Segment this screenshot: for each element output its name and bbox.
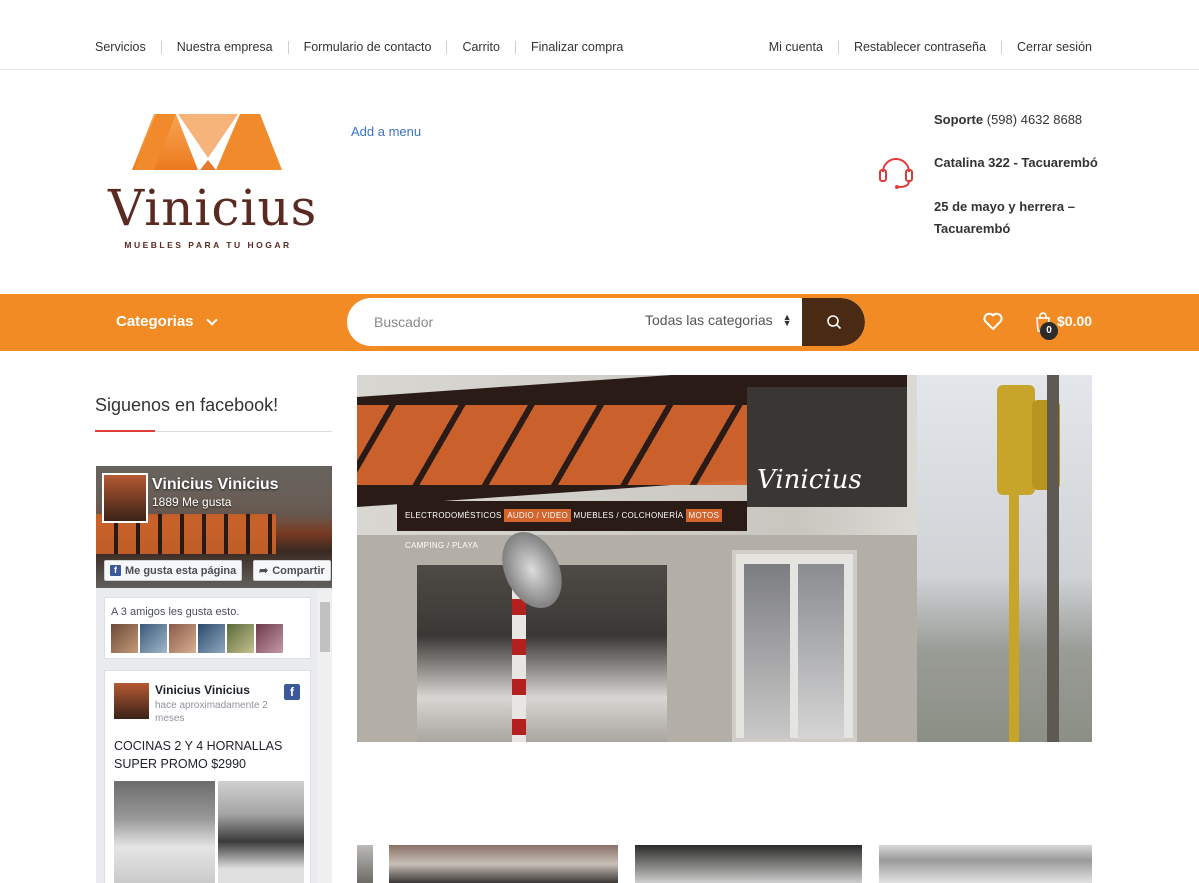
category-select-value: Todas las categorias xyxy=(645,312,773,328)
search-icon xyxy=(826,315,841,330)
nav-link-mi-cuenta[interactable]: Mi cuenta xyxy=(769,40,823,54)
nav-link-carrito[interactable]: Carrito xyxy=(462,40,500,54)
fb-friends-text: A 3 amigos les gusta esto. xyxy=(111,606,240,618)
fb-friends-faces xyxy=(111,624,285,653)
fb-like-page-button[interactable]: f Me gusta esta página xyxy=(104,560,243,581)
fb-post-image[interactable] xyxy=(114,781,215,883)
top-nav-right: Mi cuenta Restablecer contraseña Cerrar … xyxy=(769,40,1092,54)
product-thumbnail[interactable] xyxy=(879,845,1092,883)
nav-separator xyxy=(160,40,162,54)
banner-door-glass xyxy=(798,564,844,739)
banner-sign-text: Vinicius xyxy=(757,465,862,495)
address-1-text: Catalina 322 - Tacuarembó xyxy=(934,155,1098,170)
friend-avatar[interactable] xyxy=(140,624,167,653)
address-2b: Tacuarembó xyxy=(934,221,1010,236)
friend-avatar[interactable] xyxy=(198,624,225,653)
nav-separator xyxy=(446,40,448,54)
fb-post-text: COCINAS 2 Y 4 HORNALLAS SUPER PROMO $299… xyxy=(114,739,283,771)
search-button[interactable] xyxy=(802,298,865,346)
search-input[interactable] xyxy=(347,298,627,346)
fb-scrollbar-thumb[interactable] xyxy=(320,602,330,652)
search-bar: Todas las categorias ▲▼ xyxy=(347,298,865,346)
support-line: Soporte (598) 4632 8688 xyxy=(934,112,1082,127)
logo-wordmark: Vinicius xyxy=(108,179,318,237)
categories-label: Categorias xyxy=(116,313,194,330)
nav-separator xyxy=(837,40,839,54)
facebook-icon: f xyxy=(110,565,121,576)
friend-avatar[interactable] xyxy=(227,624,254,653)
banner-strip-item: ELECTRODOMÉSTICOS xyxy=(405,511,502,520)
fb-scrollbar[interactable] xyxy=(318,590,332,883)
fb-share-label: Compartir xyxy=(272,564,325,577)
select-arrows-icon: ▲ ▼ xyxy=(782,312,792,328)
banner-shop-door xyxy=(732,550,857,742)
nav-link-cerrar-sesion[interactable]: Cerrar sesión xyxy=(1017,40,1092,54)
product-thumbnail[interactable] xyxy=(635,845,862,883)
banner-traffic-light xyxy=(997,385,1035,495)
fb-share-button[interactable]: ➦ Compartir xyxy=(253,560,331,581)
headset-icon xyxy=(879,158,913,189)
address-2b-text: Tacuarembó xyxy=(934,221,1011,236)
banner-door-glass xyxy=(744,564,790,739)
top-bar: Servicios Nuestra empresa Formulario de … xyxy=(0,0,1199,70)
product-thumbnail[interactable] xyxy=(357,845,373,883)
banner-traffic-pole xyxy=(1009,495,1019,742)
facebook-widget-title: Siguenos en facebook! xyxy=(95,395,279,415)
support-phone: (598) 4632 8688 xyxy=(986,112,1083,127)
banner-strip-item: AUDIO / VIDEO xyxy=(504,509,572,522)
category-select[interactable]: Todas las categorias ▲ ▼ xyxy=(645,312,792,328)
fb-friends-box: A 3 amigos les gusta esto. xyxy=(104,597,311,659)
nav-link-finalizar-compra[interactable]: Finalizar compra xyxy=(531,40,623,54)
fb-post-time[interactable]: hace aproximadamente 2 meses xyxy=(155,699,275,725)
nav-link-formulario-contacto[interactable]: Formulario de contacto xyxy=(304,40,432,54)
nav-link-restablecer-contrasena[interactable]: Restablecer contraseña xyxy=(854,40,986,54)
heart-icon[interactable] xyxy=(982,310,1004,332)
widget-divider xyxy=(95,430,332,432)
banner-strip-item: MUEBLES / COLCHONERÍA xyxy=(573,511,683,520)
categories-dropdown[interactable]: Categorias xyxy=(116,313,218,330)
top-nav-left: Servicios Nuestra empresa Formulario de … xyxy=(95,40,623,54)
fb-page-name[interactable]: Vinicius Vinicius xyxy=(152,476,279,494)
product-thumbnail[interactable] xyxy=(389,845,618,883)
nav-link-servicios[interactable]: Servicios xyxy=(95,40,146,54)
nav-separator xyxy=(1000,40,1002,54)
banner-awning-pattern xyxy=(357,405,747,485)
fb-post-image[interactable] xyxy=(218,781,304,883)
nav-separator xyxy=(514,40,516,54)
banner-strip-item: MOTOS xyxy=(685,509,723,522)
support-label: Soporte xyxy=(934,112,984,127)
logo-mark-icon xyxy=(132,114,282,170)
add-menu-link[interactable]: Add a menu xyxy=(351,124,421,139)
chevron-down-icon xyxy=(205,313,218,326)
nav-link-nuestra-empresa[interactable]: Nuestra empresa xyxy=(177,40,273,54)
fb-post-card: Vinicius Vinicius hace aproximadamente 2… xyxy=(104,670,311,883)
cart-total[interactable]: $0.00 xyxy=(1057,313,1092,329)
logo-tagline: MUEBLES PARA TU HOGAR xyxy=(124,240,292,250)
widget-divider-accent xyxy=(95,430,155,432)
cart-count-badge: 0 xyxy=(1040,322,1058,340)
facebook-icon: f xyxy=(284,684,300,700)
banner-strip: ELECTRODOMÉSTICOS AUDIO / VIDEO MUEBLES … xyxy=(397,501,747,550)
fb-like-count: 1889 Me gusta xyxy=(152,495,232,509)
address-2a: 25 de mayo y herrera – xyxy=(934,199,1075,214)
address-1: Catalina 322 - Tacuarembó xyxy=(934,155,1098,170)
address-2a-text: 25 de mayo y herrera – xyxy=(934,199,1075,214)
nav-separator xyxy=(287,40,289,54)
facebook-page-plugin: Vinicius Vinicius 1889 Me gusta f Me gus… xyxy=(96,466,332,883)
main-navbar: Categorias Todas las categorias ▲▼ 0 $0.… xyxy=(0,294,1199,351)
friend-avatar[interactable] xyxy=(111,624,138,653)
fb-post-avatar[interactable] xyxy=(114,683,149,719)
fb-page-avatar[interactable] xyxy=(102,473,148,523)
site-logo[interactable]: Vinicius MUEBLES PARA TU HOGAR xyxy=(108,108,318,253)
friend-avatar[interactable] xyxy=(256,624,283,653)
banner-strip-item: CAMPING / PLAYA xyxy=(405,541,479,550)
friend-avatar[interactable] xyxy=(169,624,196,653)
fb-post-author[interactable]: Vinicius Vinicius xyxy=(155,683,250,697)
fb-like-page-label: Me gusta esta página xyxy=(125,564,237,577)
banner-tree-trunk xyxy=(1047,375,1059,742)
share-icon: ➦ xyxy=(259,565,269,577)
hero-banner-image[interactable]: Vinicius ELECTRODOMÉSTICOS AUDIO / VIDEO… xyxy=(357,375,1092,742)
